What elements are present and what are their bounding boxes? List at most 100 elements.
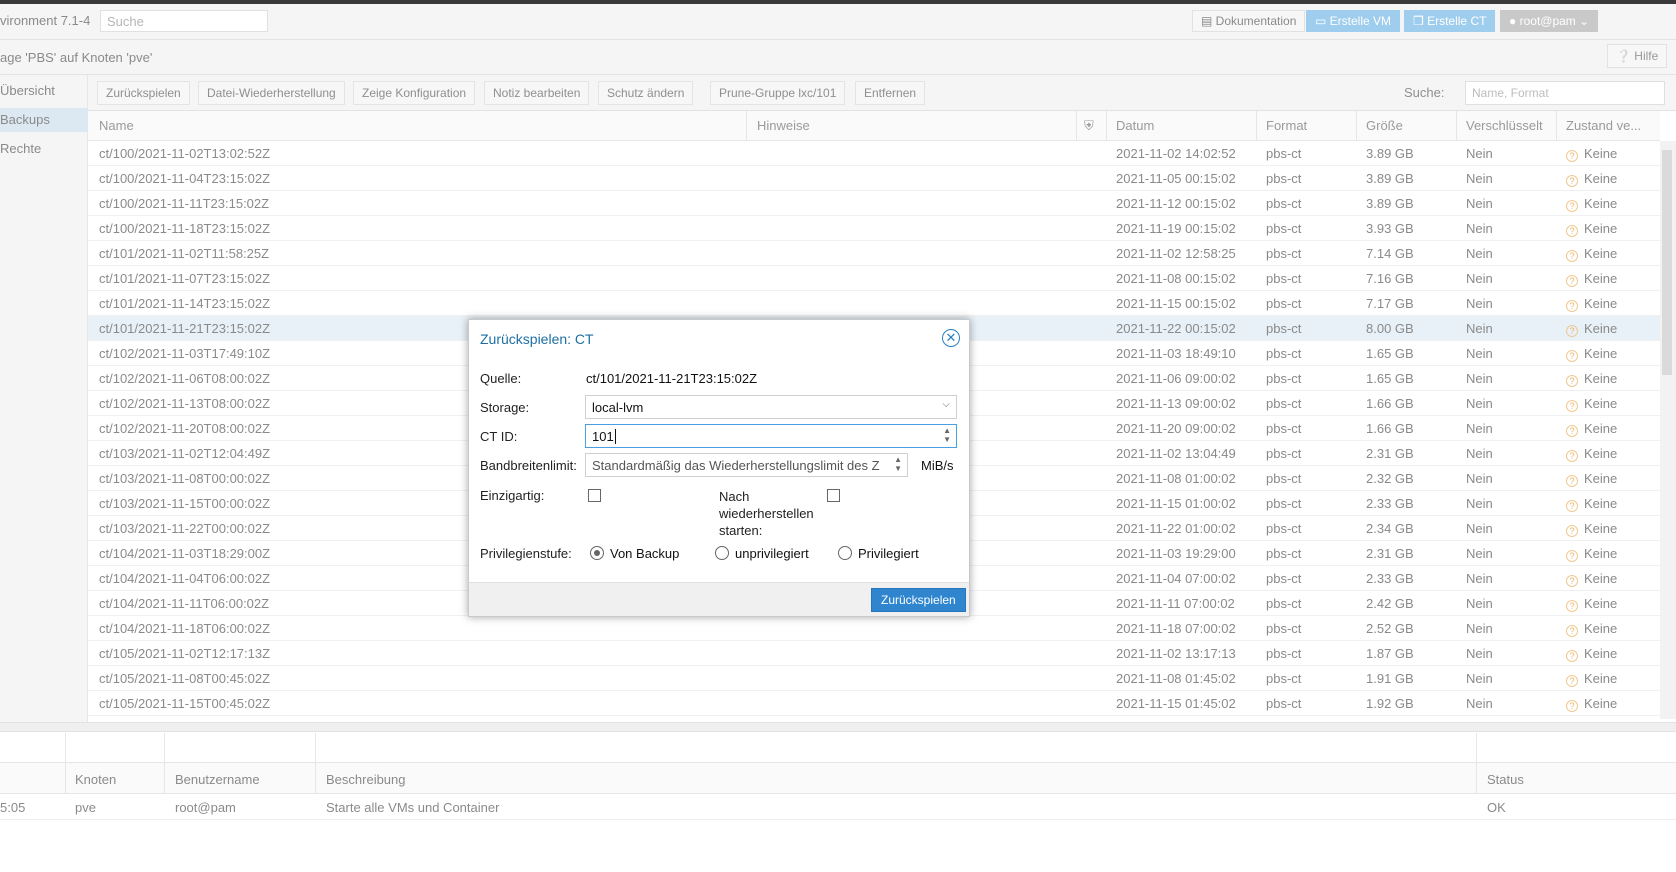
table-row[interactable]: [88, 291, 1660, 316]
show-config-button[interactable]: Zeige Konfiguration: [353, 81, 476, 105]
sidebar-item-overview[interactable]: Übersicht: [0, 79, 88, 103]
privilege-radio-unprivileged[interactable]: [715, 546, 729, 560]
question-circle-icon: ?: [1566, 575, 1578, 587]
column-header-encrypted[interactable]: Verschlüsselt: [1466, 118, 1543, 133]
column-header-username[interactable]: Benutzername: [175, 772, 260, 787]
column-header-verify-state[interactable]: Zustand ve...: [1566, 118, 1641, 133]
cell-format: pbs-ct: [1266, 696, 1302, 711]
file-restore-button[interactable]: Datei-Wiederherstellung: [198, 81, 345, 105]
question-circle-icon: ?: [1566, 300, 1578, 312]
cell-format: pbs-ct: [1266, 271, 1302, 286]
column-divider: [1076, 111, 1077, 141]
storage-select[interactable]: local-lvm ⌵: [585, 395, 957, 419]
documentation-button[interactable]: ▤ Dokumentation: [1192, 10, 1306, 32]
edit-notes-button[interactable]: Notiz bearbeiten: [484, 81, 590, 105]
column-header-name[interactable]: Name: [99, 118, 134, 133]
column-divider: [746, 111, 747, 141]
panel-splitter[interactable]: [0, 722, 1676, 732]
grid-scrollbar-thumb[interactable]: [1662, 150, 1672, 375]
cell-format: pbs-ct: [1266, 346, 1302, 361]
help-button[interactable]: ❔ Hilfe: [1607, 44, 1668, 68]
cell-size: 2.33 GB: [1366, 571, 1414, 586]
cell-date: 2021-11-02 14:02:52: [1116, 146, 1236, 161]
question-circle-icon: ?: [1566, 175, 1578, 187]
submit-restore-button[interactable]: Zurückspielen: [871, 588, 966, 612]
table-row[interactable]: [88, 216, 1660, 241]
table-row[interactable]: [88, 616, 1660, 641]
table-row[interactable]: [88, 241, 1660, 266]
table-row[interactable]: [88, 166, 1660, 191]
grid-search-input[interactable]: Name, Format: [1465, 81, 1665, 105]
task-node: pve: [75, 800, 96, 815]
spinner-icon[interactable]: ▲ ▼: [943, 426, 951, 444]
column-header-format[interactable]: Format: [1266, 118, 1307, 133]
text-cursor: [614, 429, 616, 444]
question-circle-icon: ?: [1566, 275, 1578, 287]
cell-encrypted: Nein: [1466, 296, 1493, 311]
ctid-input[interactable]: 101 ▲ ▼: [585, 424, 957, 448]
cell-name: ct/102/2021-11-13T08:00:02Z: [99, 396, 271, 411]
cell-date: 2021-11-04 07:00:02: [1116, 571, 1236, 586]
table-row[interactable]: [88, 691, 1660, 716]
task-log-row[interactable]: [0, 794, 1676, 820]
close-icon[interactable]: ✕: [942, 329, 960, 347]
privilege-radio-from-backup[interactable]: [590, 546, 604, 560]
cell-name: ct/103/2021-11-15T00:00:02Z: [99, 496, 271, 511]
cell-date: 2021-11-15 00:15:02: [1116, 296, 1236, 311]
shield-icon[interactable]: ⛨: [1084, 118, 1094, 134]
privilege-option-label[interactable]: unprivilegiert: [735, 546, 809, 561]
column-header-node[interactable]: Knoten: [75, 772, 116, 787]
question-circle-icon: ?: [1566, 500, 1578, 512]
table-row[interactable]: [88, 266, 1660, 291]
cell-encrypted: Nein: [1466, 496, 1493, 511]
sidebar-item-backups[interactable]: Backups: [0, 108, 88, 132]
table-row[interactable]: [88, 641, 1660, 666]
column-header-notes[interactable]: Hinweise: [757, 118, 810, 133]
column-header-status[interactable]: Status: [1487, 772, 1524, 787]
cell-verify-state: ? Keine: [1566, 521, 1617, 537]
start-after-restore-checkbox[interactable]: [827, 489, 840, 502]
question-circle-icon: ?: [1566, 375, 1578, 387]
spinner-icon[interactable]: ▲ ▼: [894, 455, 902, 473]
cell-encrypted: Nein: [1466, 621, 1493, 636]
cell-size: 3.89 GB: [1366, 196, 1414, 211]
privilege-option-label[interactable]: Privilegiert: [858, 546, 919, 561]
prune-group-button[interactable]: Prune-Gruppe lxc/101: [710, 81, 846, 105]
question-circle-icon: ?: [1566, 700, 1578, 712]
cell-format: pbs-ct: [1266, 521, 1302, 536]
privilege-option-label[interactable]: Von Backup: [610, 546, 679, 561]
page-title: age 'PBS' auf Knoten 'pve': [0, 50, 153, 65]
cell-date: 2021-11-08 01:00:02: [1116, 471, 1236, 486]
create-vm-button[interactable]: ▭ Erstelle VM: [1306, 10, 1401, 32]
question-circle-icon: ?: [1566, 450, 1578, 462]
cell-size: 8.00 GB: [1366, 321, 1414, 336]
cell-date: 2021-11-18 07:00:02: [1116, 621, 1236, 636]
chevron-down-icon[interactable]: ⌵: [942, 399, 950, 410]
remove-button[interactable]: Entfernen: [855, 81, 926, 105]
column-header-size[interactable]: Größe: [1366, 118, 1403, 133]
table-row[interactable]: [88, 141, 1660, 166]
table-row[interactable]: [88, 191, 1660, 216]
question-circle-icon: ?: [1566, 200, 1578, 212]
privilege-radio-privileged[interactable]: [838, 546, 852, 560]
column-header-date[interactable]: Datum: [1116, 118, 1154, 133]
cell-name: ct/103/2021-11-08T00:00:02Z: [99, 471, 271, 486]
create-ct-button[interactable]: ❒ Erstelle CT: [1404, 10, 1496, 32]
user-menu-button[interactable]: ● root@pam ⌄: [1500, 10, 1599, 32]
change-protection-button[interactable]: Schutz ändern: [598, 81, 694, 105]
cell-date: 2021-11-02 13:04:49: [1116, 446, 1236, 461]
bandwidth-unit: MiB/s: [921, 458, 954, 473]
sidebar-item-permissions[interactable]: Rechte: [0, 137, 88, 161]
cell-verify-state: ? Keine: [1566, 271, 1617, 287]
ctid-label: CT ID:: [480, 429, 518, 444]
task-description: Starte alle VMs und Container: [326, 800, 500, 815]
global-search-input[interactable]: Suche: [100, 10, 268, 32]
cell-encrypted: Nein: [1466, 596, 1493, 611]
bandwidth-input[interactable]: Standardmäßig das Wiederherstellungslimi…: [585, 453, 908, 477]
cell-size: 2.32 GB: [1366, 471, 1414, 486]
storage-label: Storage:: [480, 400, 530, 415]
unique-checkbox[interactable]: [588, 489, 601, 502]
table-row[interactable]: [88, 666, 1660, 691]
restore-button[interactable]: Zurückspielen: [97, 81, 190, 105]
column-header-description[interactable]: Beschreibung: [326, 772, 406, 787]
